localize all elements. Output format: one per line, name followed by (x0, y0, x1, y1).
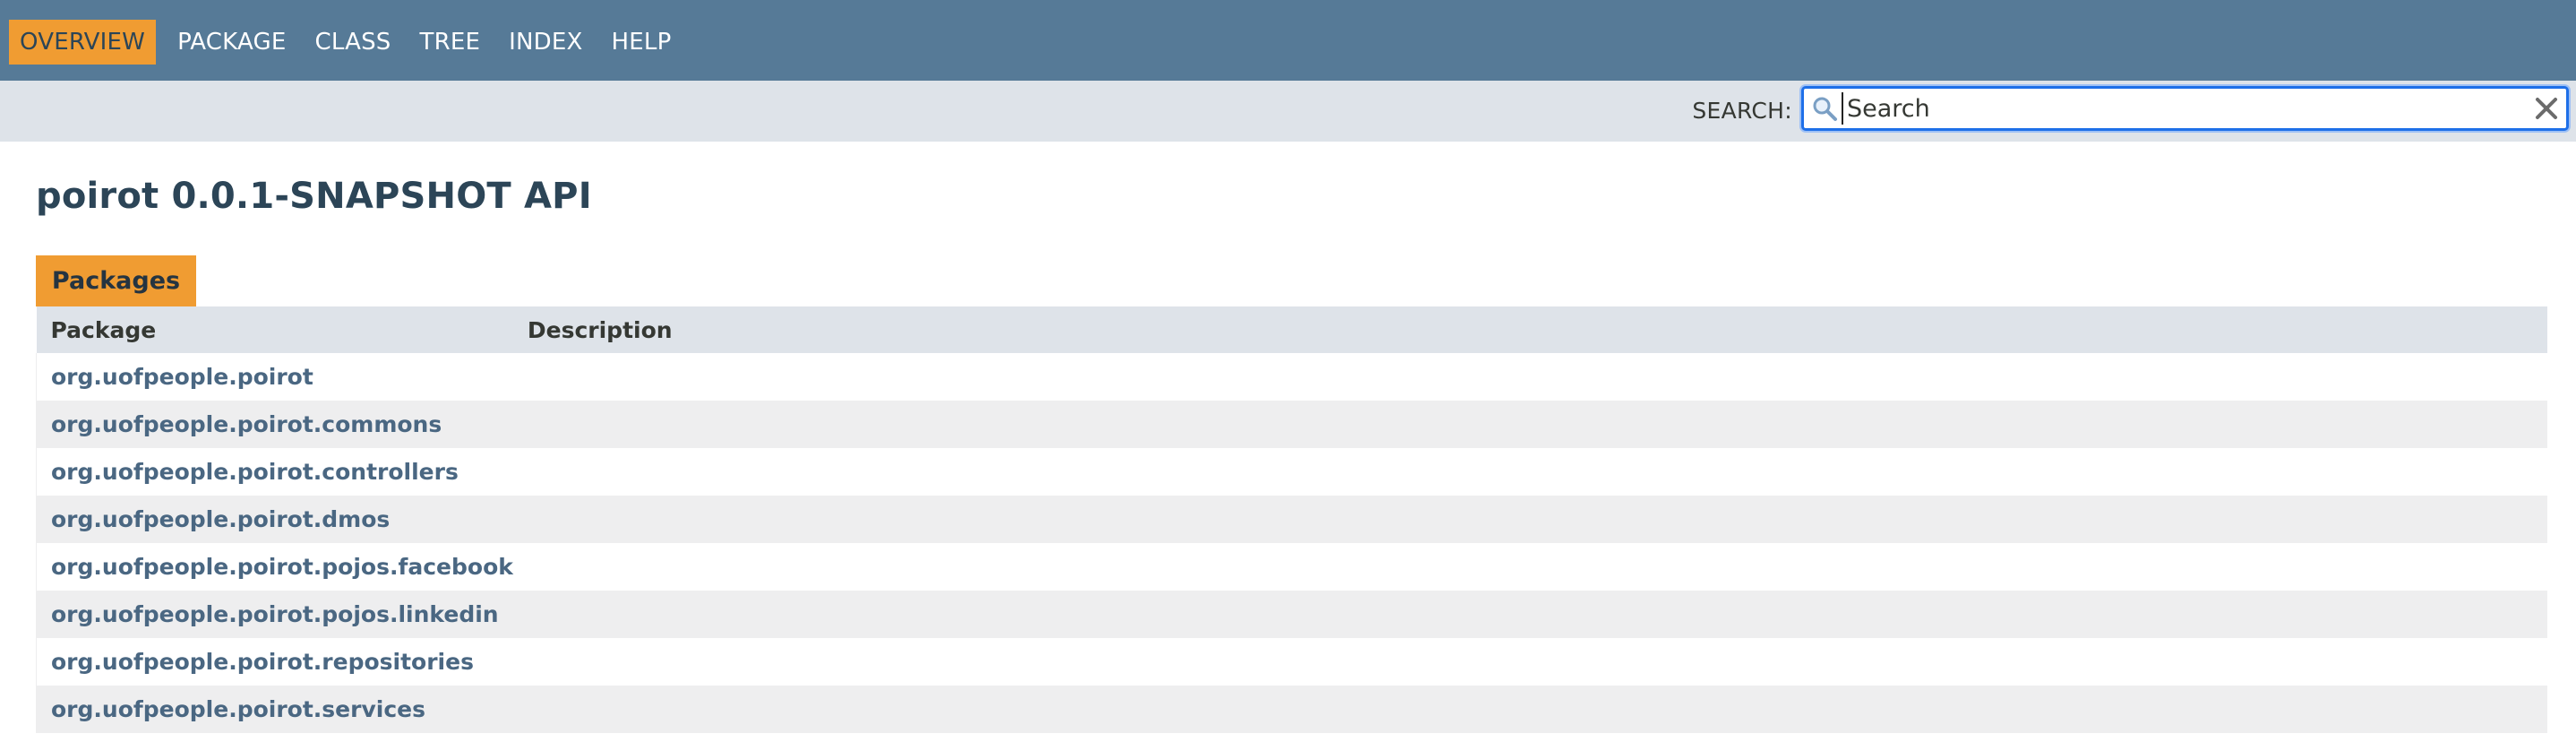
packages-caption: Packages (36, 255, 196, 306)
search-input[interactable] (1842, 92, 2531, 125)
table-row: org.uofpeople.poirot.pojos.linkedin (35, 591, 2547, 638)
nav-item-tree[interactable]: TREE (408, 20, 494, 65)
package-cell: org.uofpeople.poirot.dmos (35, 496, 513, 543)
table-row: org.uofpeople.poirot.repositories (35, 638, 2547, 686)
table-row: org.uofpeople.poirot (35, 353, 2547, 401)
search-box[interactable] (1801, 86, 2569, 131)
search-label: SEARCH: (1692, 98, 1792, 124)
nav-list: OVERVIEW PACKAGE CLASS TREE INDEX HELP (9, 20, 687, 65)
column-header-package: Package (36, 306, 513, 353)
packages-table: Package Description org.uofpeople.poirot… (35, 306, 2547, 733)
description-cell (512, 591, 2547, 638)
nav-item-overview[interactable]: OVERVIEW (9, 20, 157, 65)
table-row: org.uofpeople.poirot.dmos (35, 496, 2547, 543)
description-cell (512, 353, 2547, 401)
package-cell: org.uofpeople.poirot.commons (35, 401, 513, 448)
table-header-row: Package Description (36, 306, 2547, 353)
description-cell (512, 543, 2547, 591)
package-link[interactable]: org.uofpeople.poirot.pojos.facebook (51, 554, 513, 580)
package-cell: org.uofpeople.poirot.controllers (35, 448, 513, 496)
description-cell (512, 686, 2547, 733)
package-cell: org.uofpeople.poirot.services (35, 686, 513, 733)
description-cell (512, 401, 2547, 448)
package-cell: org.uofpeople.poirot.repositories (35, 638, 513, 686)
table-row: org.uofpeople.poirot.controllers (35, 448, 2547, 496)
close-icon[interactable] (2534, 96, 2559, 121)
package-link[interactable]: org.uofpeople.poirot.commons (51, 411, 442, 437)
description-cell (512, 448, 2547, 496)
column-header-description: Description (512, 306, 2547, 353)
package-cell: org.uofpeople.poirot.pojos.facebook (35, 543, 513, 591)
top-navigation-bar: OVERVIEW PACKAGE CLASS TREE INDEX HELP (0, 0, 2576, 81)
package-link[interactable]: org.uofpeople.poirot (51, 364, 313, 390)
nav-item-package[interactable]: PACKAGE (165, 20, 298, 65)
table-row: org.uofpeople.poirot.services (35, 686, 2547, 733)
nav-item-help[interactable]: HELP (599, 20, 684, 65)
package-link[interactable]: org.uofpeople.poirot.pojos.linkedin (51, 601, 499, 627)
search-icon (1813, 97, 1837, 121)
package-cell: org.uofpeople.poirot.pojos.linkedin (35, 591, 513, 638)
description-cell (512, 496, 2547, 543)
table-row: org.uofpeople.poirot.commons (35, 401, 2547, 448)
package-cell: org.uofpeople.poirot (35, 353, 513, 401)
package-link[interactable]: org.uofpeople.poirot.dmos (51, 506, 390, 532)
package-link[interactable]: org.uofpeople.poirot.repositories (51, 649, 474, 675)
page-title: poirot 0.0.1-SNAPSHOT API (36, 176, 592, 217)
nav-item-index[interactable]: INDEX (496, 20, 595, 65)
package-link[interactable]: org.uofpeople.poirot.controllers (51, 459, 459, 485)
nav-item-class[interactable]: CLASS (302, 20, 403, 65)
package-link[interactable]: org.uofpeople.poirot.services (51, 696, 425, 722)
description-cell (512, 638, 2547, 686)
table-row: org.uofpeople.poirot.pojos.facebook (35, 543, 2547, 591)
